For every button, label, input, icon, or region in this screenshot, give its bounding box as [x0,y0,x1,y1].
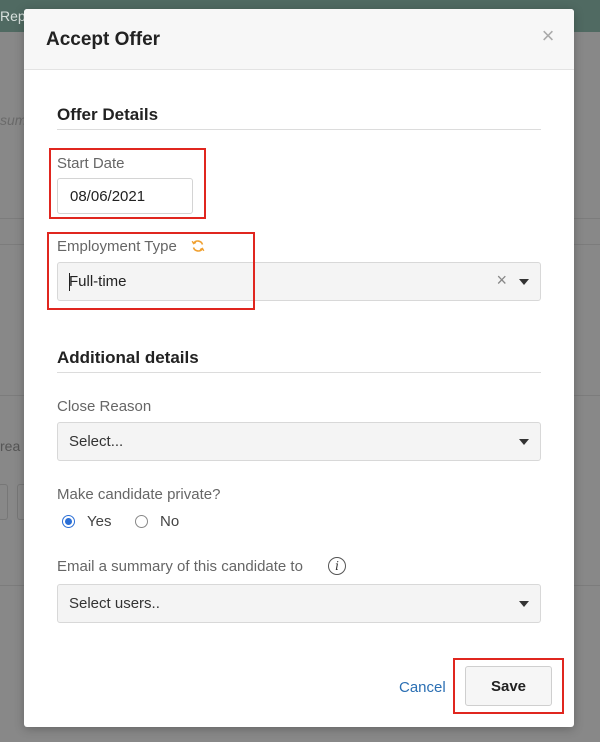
radio-yes-label[interactable]: Yes [87,513,111,530]
accept-offer-modal: Accept Offer × Offer Details Start Date … [24,9,574,727]
employment-type-label: Employment Type [57,238,177,255]
close-reason-select[interactable]: Select... [57,422,541,461]
make-private-label: Make candidate private? [57,486,221,503]
cancel-link[interactable]: Cancel [399,679,446,696]
clear-icon[interactable]: × [496,270,507,291]
offer-details-heading: Offer Details [57,105,159,124]
chevron-down-icon[interactable] [519,279,529,285]
start-date-label: Start Date [57,155,125,172]
email-users-placeholder: Select users.. [69,595,160,612]
email-users-select[interactable]: Select users.. [57,584,541,623]
modal-title: Accept Offer [46,29,161,50]
radio-no-label[interactable]: No [160,513,179,530]
employment-type-select[interactable]: Full-time × [57,262,541,301]
refresh-icon [191,240,205,252]
employment-type-value: Full-time [69,273,127,290]
radio-yes[interactable] [62,515,75,528]
section-divider [57,129,541,130]
save-button[interactable]: Save [465,666,552,706]
info-icon[interactable]: i [328,557,346,575]
modal-header: Accept Offer × [24,9,574,70]
background-topbar-text: Rep [0,8,26,24]
chevron-down-icon[interactable] [519,439,529,445]
close-reason-placeholder: Select... [69,433,124,450]
background-box [0,484,8,520]
email-summary-label: Email a summary of this candidate to [57,558,303,575]
radio-no[interactable] [135,515,148,528]
chevron-down-icon[interactable] [519,601,529,607]
additional-details-heading: Additional details [57,348,199,367]
close-reason-label: Close Reason [57,398,152,415]
section-divider [57,372,541,373]
background-text: sum [0,112,27,128]
background-text: rea [0,438,21,454]
close-icon[interactable]: × [538,25,558,47]
start-date-input[interactable] [57,178,193,214]
